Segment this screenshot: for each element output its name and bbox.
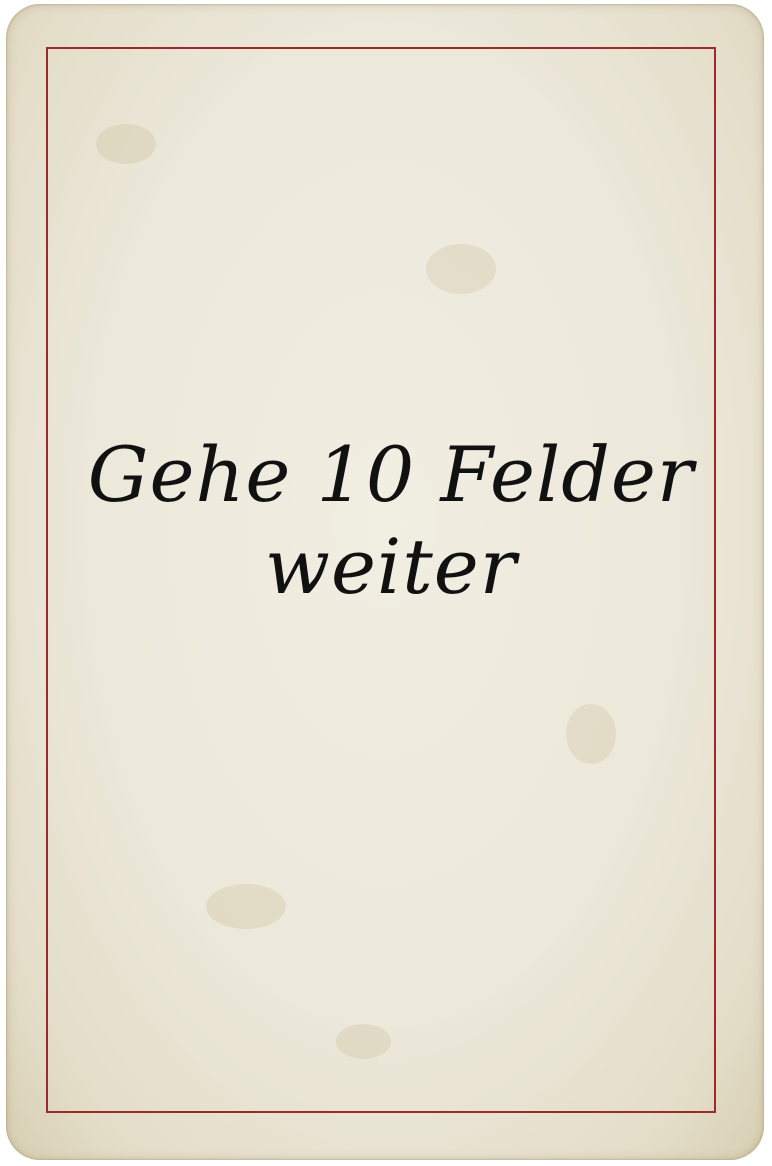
card-instruction: Gehe 10 Felder weiter <box>46 429 736 613</box>
card-instruction-line-1: Gehe 10 Felder <box>87 430 695 519</box>
game-card[interactable]: Gehe 10 Felder weiter <box>6 4 764 1160</box>
card-instruction-line-2: weiter <box>264 522 518 611</box>
